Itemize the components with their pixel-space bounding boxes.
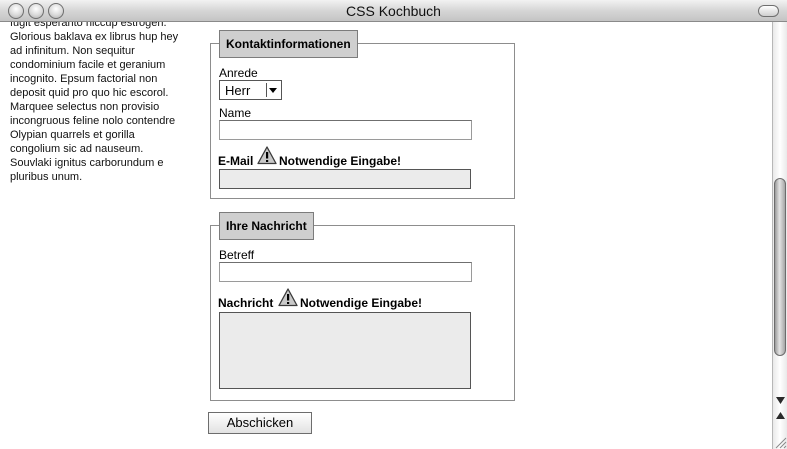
scroll-down-arrow-icon[interactable] — [775, 396, 786, 405]
scroll-up-arrow-icon[interactable] — [775, 411, 786, 420]
submit-button[interactable]: Abschicken — [208, 412, 312, 434]
sidebar-text: fugit esperanto hiccup estrogen. Gloriou… — [10, 22, 179, 183]
message-textarea[interactable] — [219, 312, 471, 389]
email-label: E-Mail — [218, 154, 254, 168]
warning-icon — [278, 288, 298, 307]
salutation-label: Anrede — [219, 66, 258, 80]
resize-grip-icon[interactable] — [773, 435, 787, 449]
vertical-scrollbar[interactable] — [772, 22, 787, 449]
salutation-select[interactable]: Herr — [219, 80, 282, 100]
scrollbar-thumb[interactable] — [774, 178, 786, 356]
email-input[interactable] — [219, 169, 471, 189]
window-title: CSS Kochbuch — [346, 3, 441, 19]
message-error-message: Notwendige Eingabe! — [300, 296, 423, 310]
subject-input[interactable] — [219, 262, 472, 282]
name-input[interactable] — [219, 120, 472, 140]
message-label: Nachricht — [218, 296, 274, 310]
salutation-selected-value: Herr — [225, 83, 251, 98]
message-legend: Ihre Nachricht — [219, 212, 314, 240]
chevron-down-icon — [266, 83, 279, 97]
toolbar-toggle-button[interactable] — [758, 5, 779, 17]
email-error-message: Notwendige Eingabe! — [279, 154, 402, 168]
warning-icon — [257, 146, 277, 165]
name-label: Name — [219, 106, 252, 120]
page-content: fugit esperanto hiccup estrogen. Gloriou… — [0, 22, 772, 449]
window-titlebar: CSS Kochbuch — [0, 0, 787, 22]
contact-legend: Kontaktinformationen — [219, 30, 358, 58]
subject-label: Betreff — [219, 248, 255, 262]
